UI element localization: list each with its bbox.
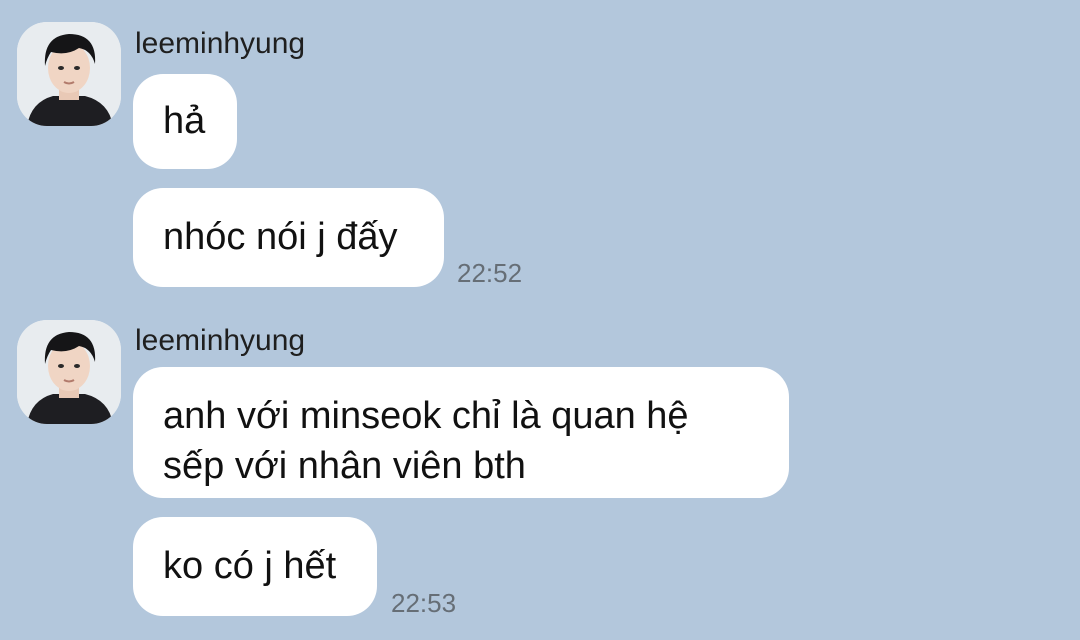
avatar-icon[interactable] [17,22,121,126]
chat-thread[interactable]: leeminhyung hả nhóc nói j đấy 22:52 leem… [0,0,1080,640]
message-bubble[interactable]: ko có j hết [133,517,377,616]
message-text: ko có j hết [163,545,337,587]
sender-name: leeminhyung [135,324,306,357]
message-timestamp: 22:53 [391,588,457,618]
message-text-line: sếp với nhân viên bth [163,445,526,487]
message-bubble[interactable]: nhóc nói j đấy [133,188,444,287]
avatar-icon[interactable] [17,320,121,424]
message-bubble[interactable]: anh với minseok chỉ là quan hệ sếp với n… [133,367,789,498]
sender-name: leeminhyung [135,27,306,60]
message-text-line: anh với minseok chỉ là quan hệ [163,395,689,437]
message-text: nhóc nói j đấy [163,216,398,258]
message-text: hả [163,100,206,142]
message-timestamp: 22:52 [457,258,523,288]
message-bubble[interactable]: hả [133,74,237,169]
